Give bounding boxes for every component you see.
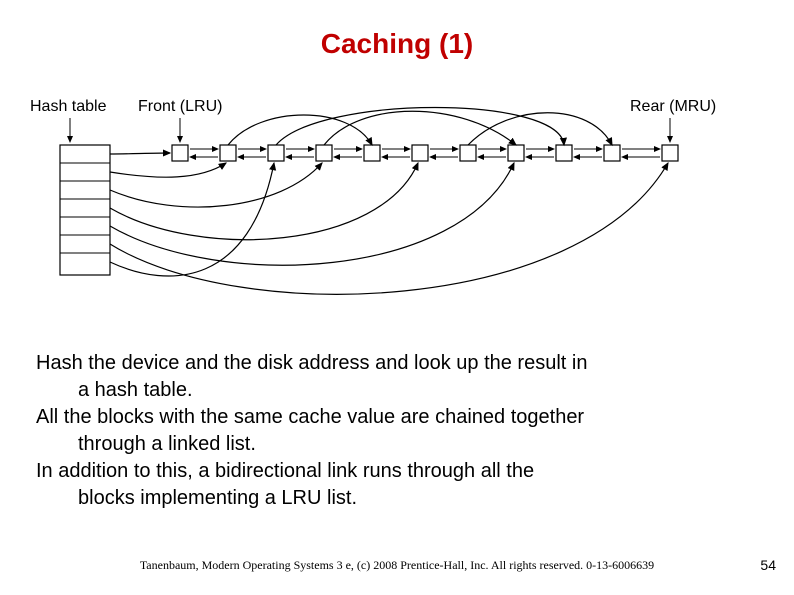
body-line-3b: blocks implementing a LRU list. bbox=[36, 485, 756, 512]
diagram-svg bbox=[20, 90, 774, 340]
label-hash-table: Hash table bbox=[30, 98, 107, 116]
label-front-lru: Front (LRU) bbox=[138, 98, 222, 116]
lru-blocks bbox=[172, 145, 678, 161]
body-line-1b: a hash table. bbox=[36, 377, 756, 404]
body-line-2a: All the blocks with the same cache value… bbox=[36, 406, 584, 428]
body-line-2b: through a linked list. bbox=[36, 431, 756, 458]
caching-diagram: Hash table Front (LRU) Rear (MRU) bbox=[20, 90, 774, 340]
hash-table-icon bbox=[60, 118, 110, 275]
body-line-1a: Hash the device and the disk address and… bbox=[36, 352, 587, 374]
body-line-3a: In addition to this, a bidirectional lin… bbox=[36, 460, 534, 482]
slide-body: Hash the device and the disk address and… bbox=[36, 350, 756, 512]
label-rear-mru: Rear (MRU) bbox=[630, 98, 716, 116]
hash-chain-arcs bbox=[110, 108, 668, 295]
citation: Tanenbaum, Modern Operating Systems 3 e,… bbox=[0, 558, 794, 573]
slide-title: Caching (1) bbox=[0, 0, 794, 60]
page-number: 54 bbox=[760, 557, 776, 573]
